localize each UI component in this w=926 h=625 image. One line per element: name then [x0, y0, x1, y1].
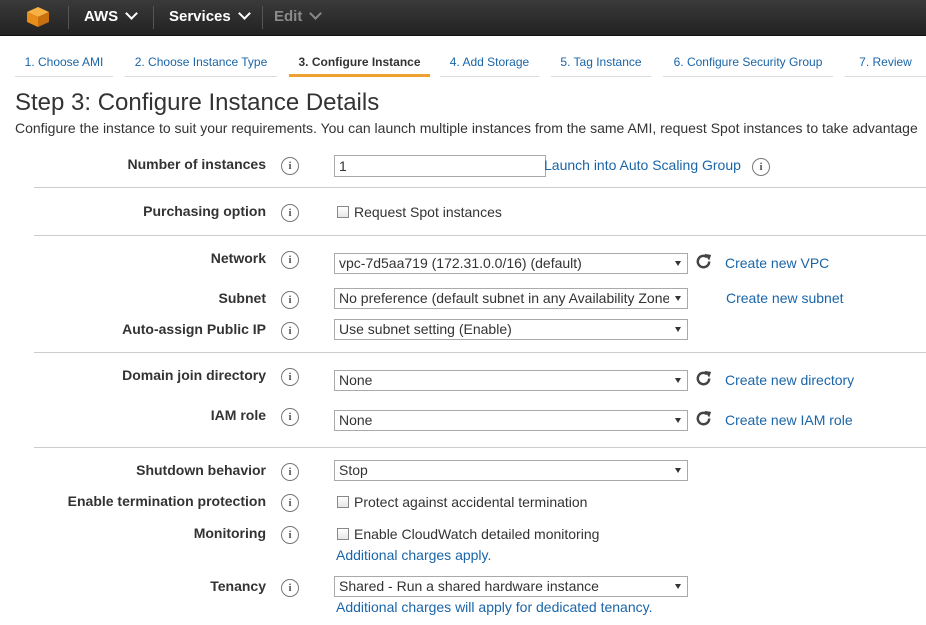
domain-join-directory-value: None	[339, 372, 373, 388]
shutdown-behavior-select[interactable]: Stop	[334, 460, 688, 481]
edit-menu-label: Edit	[274, 8, 303, 25]
monitoring-checkbox[interactable]	[337, 528, 349, 540]
nav-separator	[153, 6, 154, 29]
info-icon[interactable]: i	[281, 494, 299, 512]
request-spot-checkbox[interactable]	[337, 206, 349, 218]
aws-menu[interactable]: AWS	[84, 0, 139, 35]
nav-separator	[68, 6, 69, 29]
nav-separator	[262, 6, 263, 29]
top-nav-bar: AWS Services Edit	[0, 0, 926, 36]
dropdown-arrow-icon	[675, 584, 681, 589]
subnet-select-value: No preference (default subnet in any Ava…	[339, 290, 669, 306]
info-icon[interactable]: i	[281, 526, 299, 544]
chevron-down-icon	[237, 7, 251, 20]
refresh-icon[interactable]	[694, 369, 713, 388]
edit-menu[interactable]: Edit	[274, 0, 323, 35]
domain-join-directory-select[interactable]: None	[334, 370, 688, 391]
chevron-down-icon	[125, 7, 139, 20]
auto-assign-public-ip-label: Auto-assign Public IP	[122, 321, 266, 337]
termination-protection-checkbox[interactable]	[337, 496, 349, 508]
iam-role-value: None	[339, 412, 373, 428]
tenancy-value: Shared - Run a shared hardware instance	[339, 578, 599, 594]
create-new-iam-role-link[interactable]: Create new IAM role	[725, 412, 853, 428]
divider	[34, 352, 926, 353]
auto-assign-public-ip-value: Use subnet setting (Enable)	[339, 321, 512, 337]
number-of-instances-input[interactable]	[334, 155, 546, 177]
dropdown-arrow-icon	[675, 378, 681, 383]
info-icon[interactable]: i	[281, 322, 299, 340]
info-icon[interactable]: i	[281, 368, 299, 386]
network-select[interactable]: vpc-7d5aa719 (172.31.0.0/16) (default)	[334, 253, 688, 274]
info-icon[interactable]: i	[281, 291, 299, 309]
request-spot-label: Request Spot instances	[354, 204, 502, 220]
create-new-subnet-link[interactable]: Create new subnet	[726, 290, 844, 306]
divider	[34, 187, 926, 188]
info-icon[interactable]: i	[281, 204, 299, 222]
dropdown-arrow-icon	[675, 327, 681, 332]
tab-add-storage[interactable]: 4. Add Storage	[440, 52, 539, 77]
number-of-instances-label: Number of instances	[127, 156, 266, 172]
chevron-down-icon	[309, 7, 323, 20]
page-description: Configure the instance to suit your requ…	[15, 120, 918, 136]
subnet-select[interactable]: No preference (default subnet in any Ava…	[334, 288, 688, 309]
monitoring-label: Monitoring	[193, 525, 266, 541]
launch-auto-scaling-link[interactable]: Launch into Auto Scaling Group	[544, 157, 741, 173]
divider	[34, 447, 926, 448]
termination-protection-checkbox-label: Protect against accidental termination	[354, 494, 588, 510]
dropdown-arrow-icon	[675, 296, 681, 301]
iam-role-label: IAM role	[210, 407, 266, 423]
tab-choose-ami[interactable]: 1. Choose AMI	[15, 52, 113, 77]
info-icon[interactable]: i	[281, 463, 299, 481]
info-icon[interactable]: i	[281, 251, 299, 269]
info-icon[interactable]: i	[281, 408, 299, 426]
monitoring-charges-link[interactable]: Additional charges apply.	[336, 547, 491, 563]
monitoring-checkbox-label: Enable CloudWatch detailed monitoring	[354, 526, 600, 542]
refresh-icon[interactable]	[694, 409, 713, 428]
iam-role-select[interactable]: None	[334, 410, 688, 431]
create-new-directory-link[interactable]: Create new directory	[725, 372, 854, 388]
info-icon[interactable]: i	[281, 579, 299, 597]
tenancy-select[interactable]: Shared - Run a shared hardware instance	[334, 576, 688, 597]
aws-menu-label: AWS	[84, 8, 119, 25]
tab-choose-instance-type[interactable]: 2. Choose Instance Type	[125, 52, 277, 77]
tenancy-charges-link[interactable]: Additional charges will apply for dedica…	[336, 599, 652, 615]
divider	[34, 235, 926, 236]
shutdown-behavior-label: Shutdown behavior	[136, 462, 266, 478]
tab-configure-security-group[interactable]: 6. Configure Security Group	[663, 52, 833, 77]
create-new-vpc-link[interactable]: Create new VPC	[725, 255, 829, 271]
aws-logo-icon[interactable]	[26, 6, 50, 28]
request-spot-checkbox-row[interactable]: Request Spot instances	[337, 204, 502, 220]
dropdown-arrow-icon	[675, 261, 681, 266]
info-icon[interactable]: i	[281, 157, 299, 175]
purchasing-option-label: Purchasing option	[143, 203, 266, 219]
tab-configure-instance[interactable]: 3. Configure Instance	[289, 52, 430, 77]
tab-review[interactable]: 7. Review	[845, 52, 926, 77]
services-menu[interactable]: Services	[169, 0, 251, 35]
termination-protection-label: Enable termination protection	[67, 493, 266, 509]
termination-protection-checkbox-row[interactable]: Protect against accidental termination	[337, 494, 587, 510]
services-menu-label: Services	[169, 8, 231, 25]
monitoring-checkbox-row[interactable]: Enable CloudWatch detailed monitoring	[337, 526, 599, 542]
tab-tag-instance[interactable]: 5. Tag Instance	[551, 52, 651, 77]
shutdown-behavior-value: Stop	[339, 462, 368, 478]
tenancy-label: Tenancy	[210, 578, 266, 594]
domain-join-directory-label: Domain join directory	[122, 367, 266, 383]
info-icon[interactable]: i	[752, 158, 770, 176]
auto-assign-public-ip-select[interactable]: Use subnet setting (Enable)	[334, 319, 688, 340]
dropdown-arrow-icon	[675, 468, 681, 473]
refresh-icon[interactable]	[694, 252, 713, 271]
network-label: Network	[210, 250, 266, 266]
page-title: Step 3: Configure Instance Details	[15, 89, 380, 116]
subnet-label: Subnet	[218, 290, 266, 306]
dropdown-arrow-icon	[675, 418, 681, 423]
network-select-value: vpc-7d5aa719 (172.31.0.0/16) (default)	[339, 255, 582, 271]
